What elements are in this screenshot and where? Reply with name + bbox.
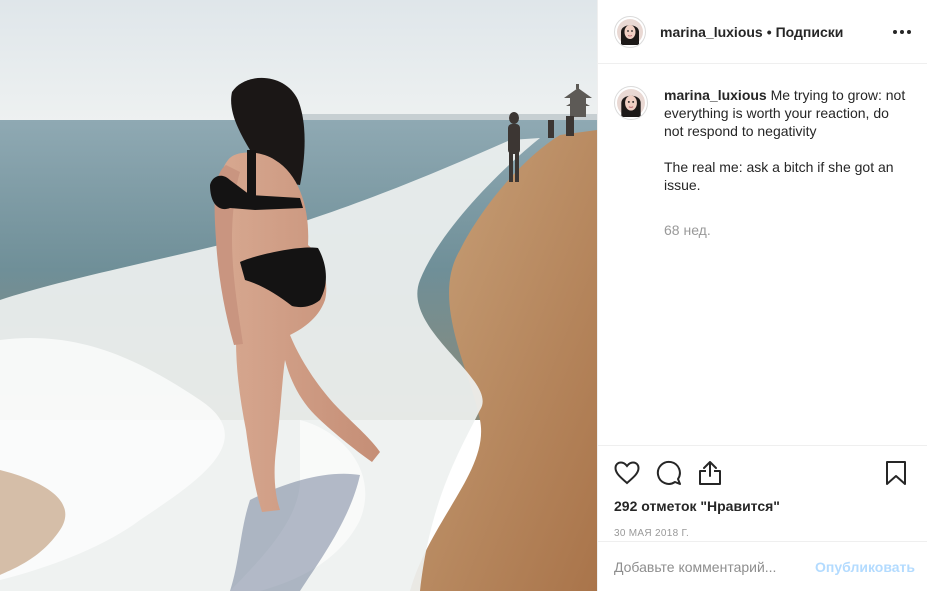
more-dot (893, 29, 897, 34)
comment-input[interactable] (614, 558, 816, 575)
bookmark-icon[interactable] (885, 460, 907, 486)
share-icon[interactable] (698, 460, 722, 486)
more-dot (907, 29, 911, 34)
likes-count[interactable]: 292 отметок "Нравится" (614, 498, 911, 514)
caption-line-2: The real me: ask a bitch if she got an i… (664, 159, 894, 193)
following-button[interactable]: Подписки (776, 24, 844, 40)
caption: marina_luxious Me trying to grow: not ev… (614, 86, 911, 212)
profile-picture-icon (617, 89, 645, 117)
caption-age: 68 нед. (664, 222, 711, 238)
actions-section: 292 отметок "Нравится" 30 МАЯ 2018 Г. (598, 445, 927, 541)
heart-icon[interactable] (614, 461, 640, 485)
caption-text: marina_luxious Me trying to grow: not ev… (664, 86, 910, 212)
action-icons (614, 458, 911, 488)
more-dot (900, 29, 904, 34)
comments-area: marina_luxious Me trying to grow: not ev… (598, 64, 927, 445)
avatar[interactable] (614, 15, 646, 48)
publish-button[interactable]: Опубликовать (815, 559, 915, 575)
instagram-post: marina_luxious • Подписки marina_luxious… (0, 0, 927, 591)
header-separator: • (766, 23, 772, 40)
profile-picture-icon (617, 18, 643, 45)
comment-icon[interactable] (656, 460, 682, 486)
post-photo[interactable] (0, 0, 597, 591)
beach-photo-image (0, 0, 597, 591)
add-comment-bar: Опубликовать (598, 541, 927, 591)
more-options-icon[interactable] (893, 24, 911, 40)
caption-avatar[interactable] (614, 86, 648, 120)
post-side-panel: marina_luxious • Подписки marina_luxious… (597, 0, 927, 591)
header-username[interactable]: marina_luxious (660, 24, 763, 40)
caption-paragraph: marina_luxious Me trying to grow: not ev… (664, 86, 910, 140)
caption-username[interactable]: marina_luxious (664, 87, 767, 103)
post-date[interactable]: 30 МАЯ 2018 Г. (614, 528, 911, 539)
post-header: marina_luxious • Подписки (598, 0, 927, 64)
